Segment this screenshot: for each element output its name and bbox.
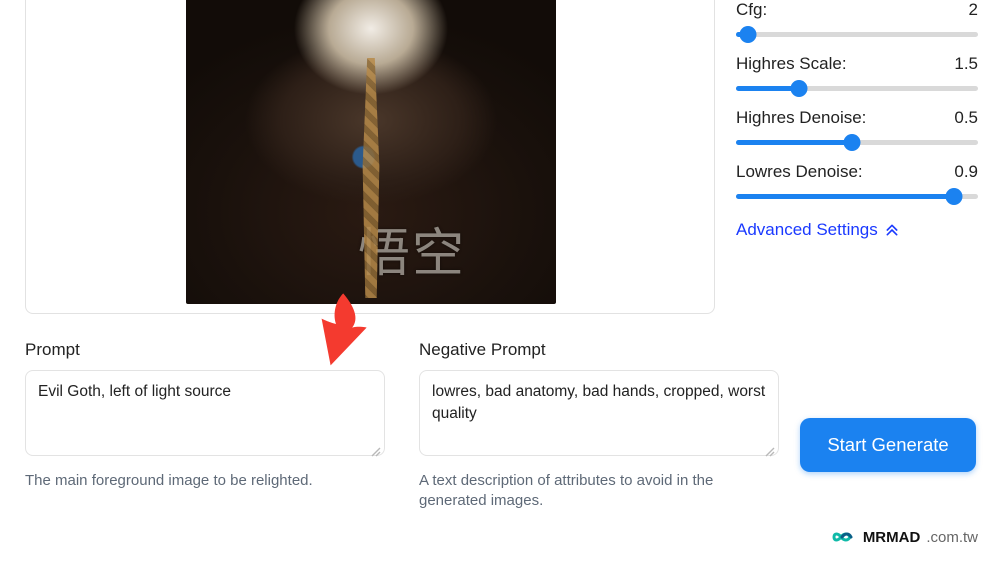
prompt-column: Prompt The main foreground image to be r… (25, 340, 385, 512)
site-watermark: MRMAD .com.tw (827, 528, 978, 546)
slider-highres-denoise: Highres Denoise: 0.5 (736, 108, 978, 152)
slider-cfg: Cfg: 2 (736, 0, 978, 44)
prompts-row: Prompt The main foreground image to be r… (25, 340, 785, 512)
settings-panel: Cfg: 2 Highres Scale: 1.5 Highres Denois… (736, 0, 978, 240)
negative-prompt-label: Negative Prompt (419, 340, 779, 360)
negative-prompt-column: Negative Prompt A text description of at… (419, 340, 779, 512)
slider-thumb[interactable] (844, 134, 861, 151)
prompt-input[interactable] (25, 370, 385, 456)
prompt-label: Prompt (25, 340, 385, 360)
slider-track[interactable] (736, 186, 978, 206)
slider-label: Cfg: (736, 0, 767, 20)
slider-track[interactable] (736, 132, 978, 152)
image-panel: 悟空 (25, 0, 715, 314)
slider-thumb[interactable] (945, 188, 962, 205)
slider-label: Highres Denoise: (736, 108, 866, 128)
slider-label: Highres Scale: (736, 54, 847, 74)
slider-thumb[interactable] (790, 80, 807, 97)
slider-value: 0.5 (954, 108, 978, 128)
chevron-double-up-icon (884, 222, 900, 238)
prompt-help-text: The main foreground image to be relighte… (25, 471, 385, 491)
slider-thumb[interactable] (740, 26, 757, 43)
slider-value: 2 (969, 0, 978, 20)
infinity-logo-icon (827, 528, 857, 546)
slider-label: Lowres Denoise: (736, 162, 863, 182)
negative-prompt-input[interactable] (419, 370, 779, 456)
slider-highres-scale: Highres Scale: 1.5 (736, 54, 978, 98)
image-watermark-text: 悟空 (358, 211, 466, 286)
uploaded-image: 悟空 (186, 0, 556, 304)
slider-value: 0.9 (954, 162, 978, 182)
slider-value: 1.5 (954, 54, 978, 74)
watermark-suffix: .com.tw (926, 529, 978, 546)
negative-prompt-help-text: A text description of attributes to avoi… (419, 471, 779, 512)
slider-track[interactable] (736, 78, 978, 98)
advanced-settings-toggle[interactable]: Advanced Settings (736, 220, 978, 240)
watermark-brand: MRMAD (863, 529, 921, 546)
slider-track[interactable] (736, 24, 978, 44)
advanced-settings-label: Advanced Settings (736, 220, 878, 240)
image-dropzone[interactable]: 悟空 (25, 0, 715, 314)
start-generate-button[interactable]: Start Generate (800, 418, 976, 472)
slider-lowres-denoise: Lowres Denoise: 0.9 (736, 162, 978, 206)
